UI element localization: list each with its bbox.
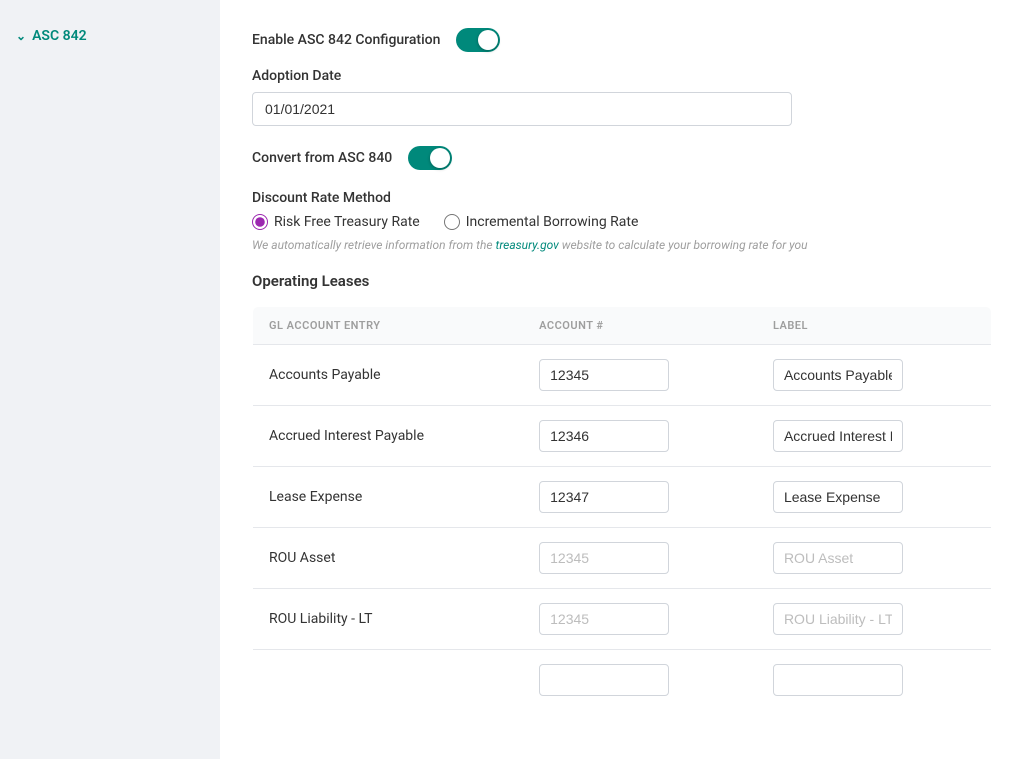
convert-toggle[interactable] <box>408 146 452 170</box>
enable-label: Enable ASC 842 Configuration <box>252 32 440 48</box>
account-input[interactable] <box>539 603 669 635</box>
entry-name <box>253 650 524 711</box>
radio-risk-free-input[interactable] <box>252 214 268 230</box>
table-row: Lease Expense <box>253 467 992 528</box>
entry-name: Accrued Interest Payable <box>253 406 524 467</box>
radio-incremental[interactable]: Incremental Borrowing Rate <box>444 214 639 230</box>
sidebar-item-asc842[interactable]: ⌄ ASC 842 <box>16 24 204 48</box>
radio-risk-free-label: Risk Free Treasury Rate <box>274 214 420 230</box>
main-content: Enable ASC 842 Configuration Adoption Da… <box>220 0 1024 759</box>
enable-toggle-row: Enable ASC 842 Configuration <box>252 28 992 52</box>
col-account-header: ACCOUNT # <box>523 307 757 345</box>
help-text-suffix: website to calculate your borrowing rate… <box>559 238 808 252</box>
entry-name: ROU Liability - LT <box>253 589 524 650</box>
page-container: ⌄ ASC 842 Enable ASC 842 Configuration A… <box>0 0 1024 759</box>
entry-name: Lease Expense <box>253 467 524 528</box>
convert-toggle-row: Convert from ASC 840 <box>252 146 992 170</box>
label-input[interactable] <box>773 359 903 391</box>
operating-leases-title: Operating Leases <box>252 272 992 290</box>
table-row: Accrued Interest Payable <box>253 406 992 467</box>
label-input[interactable] <box>773 603 903 635</box>
col-label-header: LABEL <box>757 307 992 345</box>
entry-name: Accounts Payable <box>253 345 524 406</box>
sidebar-item-label: ASC 842 <box>32 28 87 44</box>
discount-rate-group: Discount Rate Method Risk Free Treasury … <box>252 190 992 252</box>
label-input[interactable] <box>773 664 903 696</box>
table-row <box>253 650 992 711</box>
table-row: ROU Liability - LT <box>253 589 992 650</box>
operating-leases-group: Operating Leases GL ACCOUNT ENTRY ACCOUN… <box>252 272 992 711</box>
label-input[interactable] <box>773 481 903 513</box>
radio-risk-free[interactable]: Risk Free Treasury Rate <box>252 214 420 230</box>
enable-toggle[interactable] <box>456 28 500 52</box>
table-row: ROU Asset <box>253 528 992 589</box>
help-text: We automatically retrieve information fr… <box>252 238 992 252</box>
gl-table: GL ACCOUNT ENTRY ACCOUNT # LABEL Account… <box>252 306 992 711</box>
adoption-date-label: Adoption Date <box>252 68 992 84</box>
radio-incremental-input[interactable] <box>444 214 460 230</box>
adoption-date-group: Adoption Date <box>252 68 992 126</box>
col-entry-header: GL ACCOUNT ENTRY <box>253 307 524 345</box>
adoption-date-input[interactable] <box>252 92 792 126</box>
discount-rate-label: Discount Rate Method <box>252 190 992 206</box>
radio-incremental-label: Incremental Borrowing Rate <box>466 214 639 230</box>
account-input[interactable] <box>539 481 669 513</box>
convert-label: Convert from ASC 840 <box>252 150 392 166</box>
account-input[interactable] <box>539 542 669 574</box>
help-text-prefix: We automatically retrieve information fr… <box>252 238 496 252</box>
account-input[interactable] <box>539 664 669 696</box>
account-input[interactable] <box>539 420 669 452</box>
radio-group: Risk Free Treasury Rate Incremental Borr… <box>252 214 992 230</box>
label-input[interactable] <box>773 542 903 574</box>
table-row: Accounts Payable <box>253 345 992 406</box>
label-input[interactable] <box>773 420 903 452</box>
entry-name: ROU Asset <box>253 528 524 589</box>
treasury-link[interactable]: treasury.gov <box>496 238 559 252</box>
chevron-down-icon: ⌄ <box>16 29 26 43</box>
table-header-row: GL ACCOUNT ENTRY ACCOUNT # LABEL <box>253 307 992 345</box>
account-input[interactable] <box>539 359 669 391</box>
sidebar: ⌄ ASC 842 <box>0 0 220 759</box>
